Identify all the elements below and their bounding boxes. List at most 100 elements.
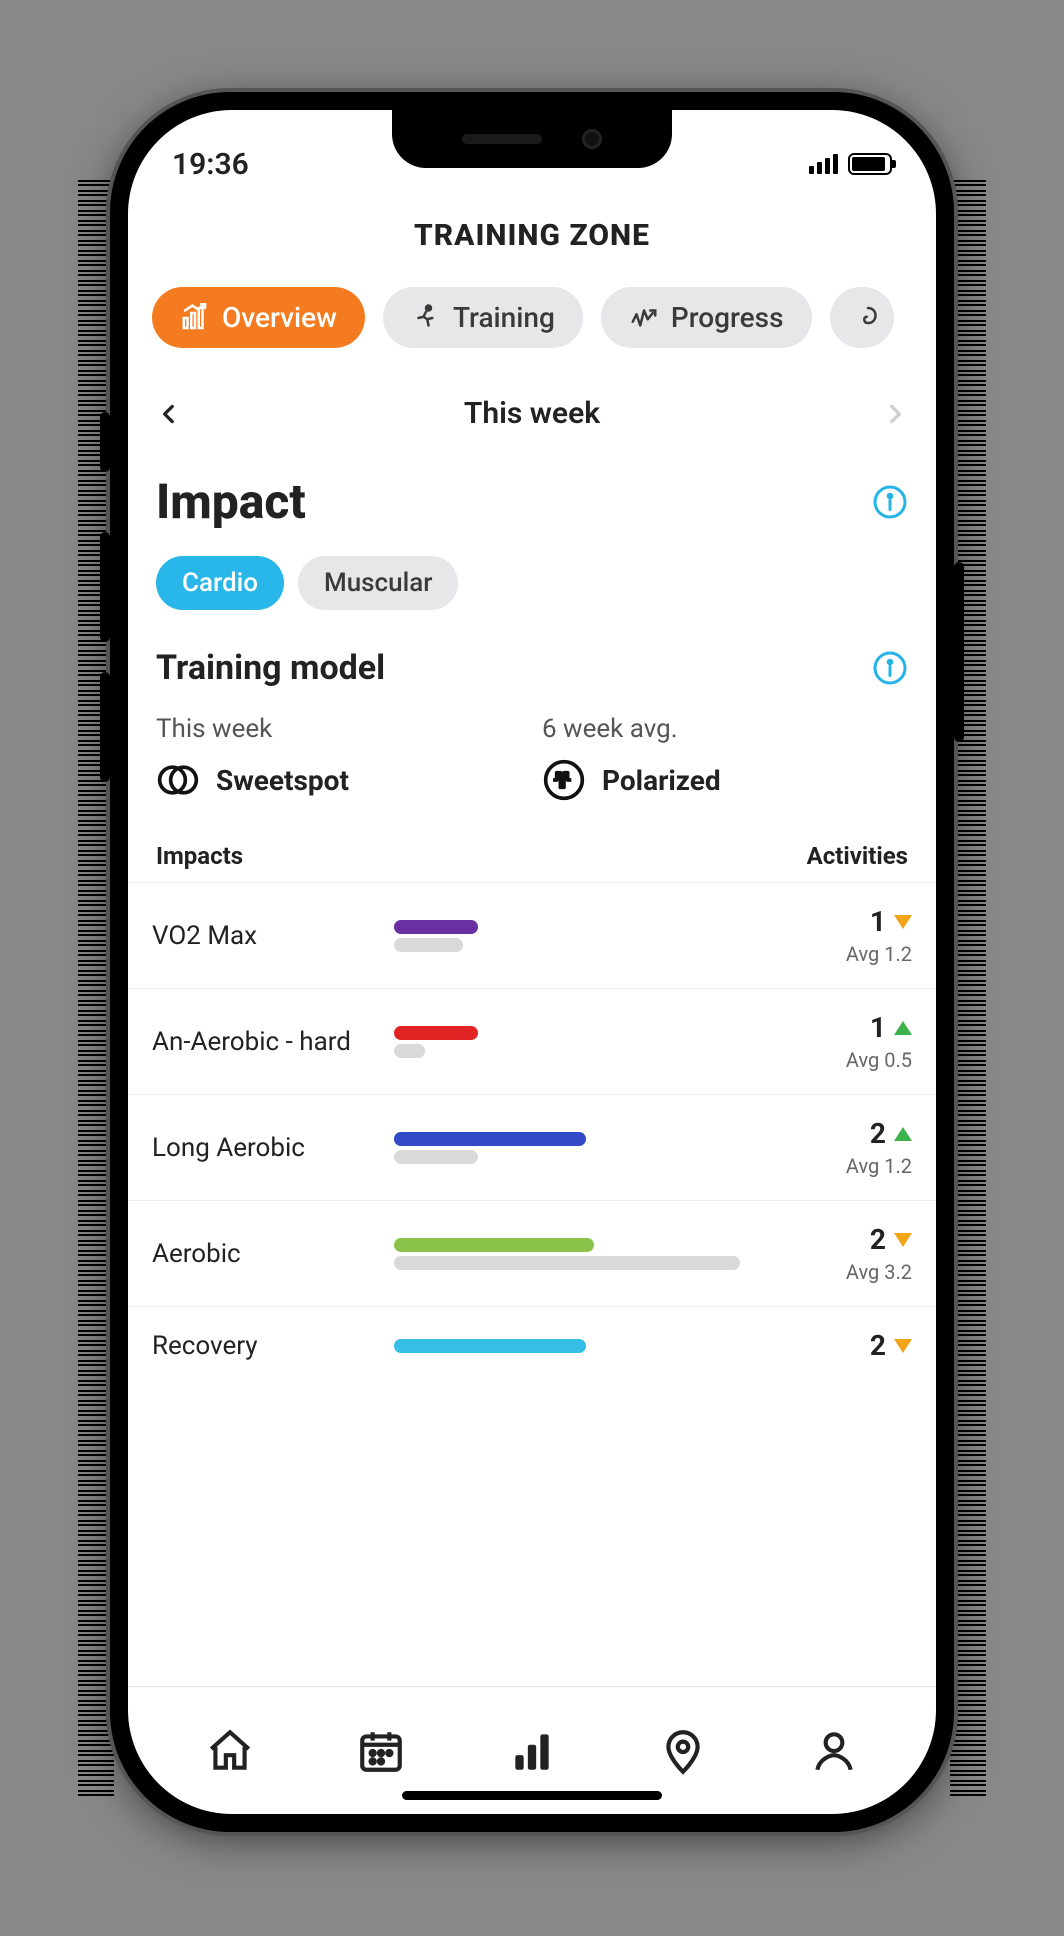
impact-heading: Impact bbox=[156, 473, 306, 530]
nav-profile[interactable] bbox=[806, 1723, 862, 1779]
tab-overview[interactable]: Overview bbox=[152, 287, 365, 348]
activity-count: 2 bbox=[870, 1329, 886, 1362]
home-icon bbox=[205, 1726, 255, 1776]
activities-column-label: Activities bbox=[807, 842, 908, 870]
model-label: This week bbox=[156, 714, 522, 744]
impact-name: Aerobic bbox=[152, 1239, 388, 1269]
bar-this-week bbox=[394, 1026, 478, 1040]
impact-bars bbox=[394, 1335, 778, 1357]
info-icon[interactable] bbox=[872, 650, 908, 686]
impact-activity: 1 Avg 0.5 bbox=[784, 1011, 912, 1072]
model-value: Polarized bbox=[602, 764, 721, 797]
calendar-icon bbox=[356, 1726, 406, 1776]
activity-avg: Avg 0.5 bbox=[784, 1048, 912, 1072]
training-model-values: This week Sweetspot 6 week avg. Polarize… bbox=[128, 688, 936, 808]
tab-progress[interactable]: Progress bbox=[601, 287, 812, 348]
model-label: 6 week avg. bbox=[542, 714, 908, 744]
impact-activity: 2 Avg 1.2 bbox=[784, 1117, 912, 1178]
activity-count: 2 bbox=[870, 1117, 886, 1150]
filter-cardio[interactable]: Cardio bbox=[156, 556, 284, 610]
impacts-list: VO2 Max 1 Avg 1.2 An-Aerobic - hard 1 Avg 0.5… bbox=[128, 882, 936, 1364]
chevron-left-icon[interactable] bbox=[156, 401, 182, 427]
pulse-circle-icon bbox=[542, 758, 586, 802]
impacts-column-label: Impacts bbox=[156, 842, 243, 870]
impact-bars bbox=[394, 916, 778, 956]
model-six-week-avg: 6 week avg. Polarized bbox=[542, 714, 908, 802]
bar-avg bbox=[394, 938, 463, 952]
filter-label: Muscular bbox=[324, 568, 432, 598]
overlap-circles-icon bbox=[156, 758, 200, 802]
hook-icon bbox=[858, 303, 888, 333]
trend-down-icon bbox=[894, 1339, 912, 1353]
week-label: This week bbox=[464, 396, 600, 431]
week-navigation: This week bbox=[128, 358, 936, 439]
chart-up-icon bbox=[180, 303, 210, 333]
bar-this-week bbox=[394, 920, 478, 934]
bar-avg bbox=[394, 1044, 425, 1058]
activity-count: 1 bbox=[870, 1011, 886, 1044]
home-indicator[interactable] bbox=[402, 1791, 662, 1800]
impact-row[interactable]: VO2 Max 1 Avg 1.2 bbox=[128, 883, 936, 989]
bars-icon bbox=[507, 1726, 557, 1776]
impact-name: Long Aerobic bbox=[152, 1133, 388, 1163]
bar-this-week bbox=[394, 1339, 586, 1353]
activity-avg: Avg 3.2 bbox=[784, 1260, 912, 1284]
model-value: Sweetspot bbox=[216, 764, 349, 797]
bar-this-week bbox=[394, 1132, 586, 1146]
runner-icon bbox=[411, 303, 441, 333]
activity-count: 2 bbox=[870, 1223, 886, 1256]
activity-avg: Avg 1.2 bbox=[784, 1154, 912, 1178]
impact-activity: 2 bbox=[784, 1329, 912, 1362]
chevron-right-icon[interactable] bbox=[882, 401, 908, 427]
signal-icon bbox=[809, 154, 838, 174]
impact-bars bbox=[394, 1128, 778, 1168]
nav-calendar[interactable] bbox=[353, 1723, 409, 1779]
impact-row[interactable]: Recovery 2 bbox=[128, 1307, 936, 1364]
impact-name: Recovery bbox=[152, 1331, 388, 1361]
tab-training[interactable]: Training bbox=[383, 287, 583, 348]
bar-this-week bbox=[394, 1238, 594, 1252]
nav-home[interactable] bbox=[202, 1723, 258, 1779]
training-model-heading: Training model bbox=[156, 648, 385, 688]
impact-name: An-Aerobic - hard bbox=[152, 1027, 388, 1057]
nav-stats[interactable] bbox=[504, 1723, 560, 1779]
battery-icon bbox=[848, 153, 892, 175]
filter-muscular[interactable]: Muscular bbox=[298, 556, 458, 610]
device-frame: 19:36 TRAINING ZONE Overview Traini bbox=[110, 92, 954, 1832]
device-notch bbox=[392, 110, 672, 168]
bar-avg bbox=[394, 1150, 478, 1164]
top-tabs: Overview Training Progress bbox=[128, 253, 936, 358]
bar-avg bbox=[394, 1256, 740, 1270]
info-icon[interactable] bbox=[872, 484, 908, 520]
impact-row[interactable]: Long Aerobic 2 Avg 1.2 bbox=[128, 1095, 936, 1201]
page-title: TRAINING ZONE bbox=[128, 218, 936, 253]
pulse-up-icon bbox=[629, 303, 659, 333]
activity-avg: Avg 1.2 bbox=[784, 942, 912, 966]
filter-label: Cardio bbox=[182, 568, 258, 598]
model-this-week: This week Sweetspot bbox=[156, 714, 522, 802]
tab-peek[interactable] bbox=[830, 287, 894, 348]
impact-bars bbox=[394, 1022, 778, 1062]
person-icon bbox=[809, 1726, 859, 1776]
pin-icon bbox=[658, 1726, 708, 1776]
impact-row[interactable]: Aerobic 2 Avg 3.2 bbox=[128, 1201, 936, 1307]
training-model-header: Training model bbox=[128, 620, 936, 688]
tab-label: Overview bbox=[222, 301, 337, 334]
impact-activity: 1 Avg 1.2 bbox=[784, 905, 912, 966]
tab-label: Progress bbox=[671, 301, 784, 334]
nav-places[interactable] bbox=[655, 1723, 711, 1779]
impact-bars bbox=[394, 1234, 778, 1274]
trend-up-icon bbox=[894, 1021, 912, 1035]
impact-row[interactable]: An-Aerobic - hard 1 Avg 0.5 bbox=[128, 989, 936, 1095]
activity-count: 1 bbox=[870, 905, 886, 938]
trend-down-icon bbox=[894, 915, 912, 929]
impacts-list-header: Impacts Activities bbox=[128, 808, 936, 882]
trend-up-icon bbox=[894, 1127, 912, 1141]
tab-label: Training bbox=[453, 301, 555, 334]
trend-down-icon bbox=[894, 1233, 912, 1247]
impact-activity: 2 Avg 3.2 bbox=[784, 1223, 912, 1284]
status-time: 19:36 bbox=[172, 147, 249, 182]
impact-name: VO2 Max bbox=[152, 921, 388, 951]
impact-filters: Cardio Muscular bbox=[128, 530, 936, 620]
app-screen: 19:36 TRAINING ZONE Overview Traini bbox=[128, 110, 936, 1814]
